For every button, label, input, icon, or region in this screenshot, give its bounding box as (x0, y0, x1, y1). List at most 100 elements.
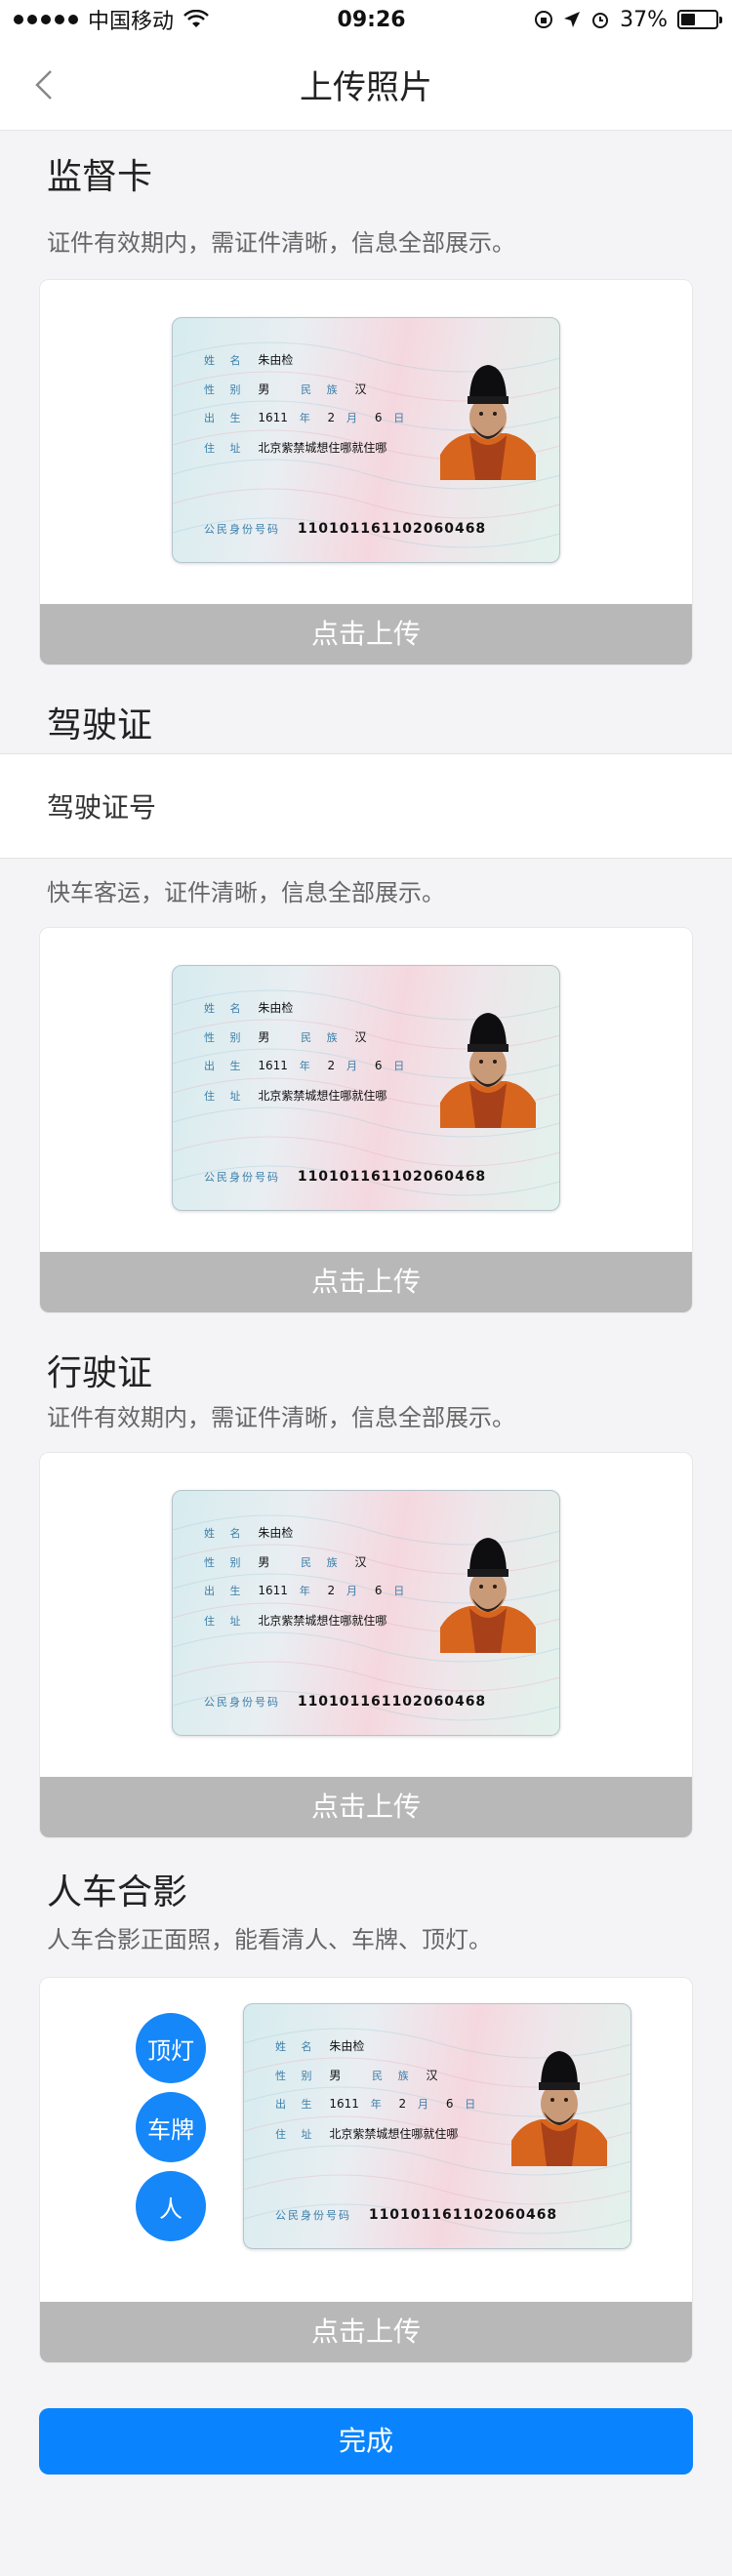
section-desc-license: 快车客运，证件清晰，信息全部展示。 (47, 879, 445, 906)
id-gender-label: 性 别 (204, 1031, 247, 1044)
id-number-label: 公民身份号码 (275, 2209, 351, 2222)
id-birth-month-unit: 月 (418, 2098, 434, 2111)
location-icon (564, 12, 581, 27)
status-bar: 中国移动 09:26 37% (0, 0, 732, 39)
alarm-icon (592, 13, 609, 28)
upload-button-vehicle[interactable]: 点击上传 (40, 1777, 692, 1837)
section-title-license: 驾驶证 (47, 705, 153, 745)
id-birth-year-unit: 年 (370, 2098, 387, 2111)
id-address-value: 北京紫禁城想住哪就住哪 (329, 2127, 459, 2141)
chip-person[interactable]: 人 (136, 2171, 206, 2241)
id-birth-month-unit: 月 (346, 1060, 363, 1072)
id-ethnic-value: 汉 (426, 2069, 438, 2082)
id-birth-year: 1611 (258, 1584, 288, 1597)
id-address-label: 住 址 (204, 442, 247, 455)
id-card-sample-image: 姓 名 朱由检 性 别 男 民 族 汉 出 生 1611 年 2 月 6 日 住… (243, 2003, 631, 2249)
id-ethnic-label: 民 族 (372, 2070, 415, 2082)
section-title-supervision: 监督卡 (47, 157, 153, 197)
id-birth-day: 6 (374, 1059, 383, 1072)
id-name-label: 姓 名 (204, 1002, 247, 1015)
id-gender-label: 性 别 (204, 1556, 247, 1569)
id-address-value: 北京紫禁城想住哪就住哪 (258, 441, 387, 455)
id-birth-year: 1611 (258, 1059, 288, 1072)
clock: 09:26 (337, 7, 406, 32)
id-number-label: 公民身份号码 (204, 1696, 280, 1709)
id-birth-label: 出 生 (275, 2098, 318, 2111)
id-ethnic-value: 汉 (354, 1030, 367, 1044)
done-button[interactable]: 完成 (39, 2408, 693, 2475)
id-name-label: 姓 名 (204, 1527, 247, 1540)
id-ethnic-label: 民 族 (301, 1556, 344, 1569)
page-title: 上传照片 (300, 68, 432, 107)
rotation-lock-icon (535, 11, 553, 28)
id-card-sample-image: 姓 名 朱由检 性 别 男 民 族 汉 出 生 1611 年 2 月 6 日 住… (172, 1490, 560, 1736)
id-birth-year: 1611 (329, 2097, 359, 2111)
id-gender-label: 性 别 (275, 2070, 318, 2082)
id-ethnic-value: 汉 (354, 382, 367, 396)
id-address-value: 北京紫禁城想住哪就住哪 (258, 1089, 387, 1103)
id-number-label: 公民身份号码 (204, 523, 280, 536)
wifi-icon (183, 10, 209, 27)
id-birth-year-unit: 年 (299, 1585, 316, 1597)
upload-card-group-photo[interactable]: 顶灯 车牌 人 姓 名 朱由检 性 别 男 民 族 汉 出 生 1611 年 2… (39, 1977, 693, 2363)
license-number-field[interactable]: 驾驶证号 (0, 753, 732, 859)
nav-bar: 上传照片 (0, 39, 732, 131)
id-number-value: 110101161102060468 (297, 1169, 487, 1185)
id-birth-day-unit: 日 (393, 1585, 411, 1597)
id-birth-month: 2 (327, 1584, 336, 1597)
portrait-photo (440, 1013, 536, 1128)
id-birth-month-unit: 月 (346, 1585, 363, 1597)
id-gender-value: 男 (258, 382, 270, 396)
upload-card-supervision[interactable]: 姓 名 朱由检 性 别 男 民 族 汉 出 生 1611 年 2 月 6 日 住… (39, 279, 693, 665)
id-address-label: 住 址 (204, 1090, 247, 1103)
id-address-label: 住 址 (275, 2128, 318, 2141)
id-ethnic-value: 汉 (354, 1555, 367, 1569)
upload-card-vehicle[interactable]: 姓 名 朱由检 性 别 男 民 族 汉 出 生 1611 年 2 月 6 日 住… (39, 1452, 693, 1838)
id-name-label: 姓 名 (204, 354, 247, 367)
signal-icon (14, 15, 78, 24)
id-birth-label: 出 生 (204, 1585, 247, 1597)
battery-icon (676, 10, 722, 29)
id-birth-day-unit: 日 (465, 2098, 482, 2111)
id-name-value: 朱由检 (258, 1001, 294, 1015)
id-birth-label: 出 生 (204, 1060, 247, 1072)
id-address-value: 北京紫禁城想住哪就住哪 (258, 1614, 387, 1628)
id-number-label: 公民身份号码 (204, 1171, 280, 1184)
id-birth-month: 2 (327, 411, 336, 424)
id-name-value: 朱由检 (258, 1526, 294, 1540)
upload-button-license[interactable]: 点击上传 (40, 1252, 692, 1312)
id-card-sample-image: 姓 名 朱由检 性 别 男 民 族 汉 出 生 1611 年 2 月 6 日 住… (172, 965, 560, 1211)
id-number-value: 110101161102060468 (297, 521, 487, 537)
upload-card-license[interactable]: 姓 名 朱由检 性 别 男 民 族 汉 出 生 1611 年 2 月 6 日 住… (39, 927, 693, 1313)
portrait-photo (440, 365, 536, 480)
id-card-sample-image: 姓 名 朱由检 性 别 男 民 族 汉 出 生 1611 年 2 月 6 日 住… (172, 317, 560, 563)
section-title-group-photo: 人车合影 (47, 1872, 188, 1912)
id-birth-month: 2 (327, 1059, 336, 1072)
chip-top-light[interactable]: 顶灯 (136, 2013, 206, 2083)
id-birth-day-unit: 日 (393, 1060, 411, 1072)
section-title-vehicle: 行驶证 (47, 1353, 153, 1393)
portrait-photo (511, 2051, 607, 2166)
id-birth-label: 出 生 (204, 412, 247, 424)
id-birth-day: 6 (374, 411, 383, 424)
id-name-value: 朱由检 (329, 2039, 365, 2053)
id-birth-day-unit: 日 (393, 412, 411, 424)
id-birth-year-unit: 年 (299, 412, 316, 424)
id-birth-day: 6 (374, 1584, 383, 1597)
back-button[interactable] (20, 60, 68, 109)
upload-button-group-photo[interactable]: 点击上传 (40, 2302, 692, 2362)
id-gender-value: 男 (258, 1555, 270, 1569)
portrait-photo (440, 1538, 536, 1653)
id-birth-day: 6 (445, 2097, 454, 2111)
license-number-label: 驾驶证号 (47, 791, 157, 824)
id-ethnic-label: 民 族 (301, 383, 344, 396)
id-number-value: 110101161102060468 (368, 2207, 558, 2223)
id-ethnic-label: 民 族 (301, 1031, 344, 1044)
section-desc-supervision: 证件有效期内，需证件清晰，信息全部展示。 (47, 229, 515, 257)
id-gender-label: 性 别 (204, 383, 247, 396)
chip-license-plate[interactable]: 车牌 (136, 2092, 206, 2162)
id-gender-value: 男 (258, 1030, 270, 1044)
upload-button-supervision[interactable]: 点击上传 (40, 604, 692, 664)
id-name-value: 朱由检 (258, 353, 294, 367)
id-birth-month: 2 (398, 2097, 407, 2111)
